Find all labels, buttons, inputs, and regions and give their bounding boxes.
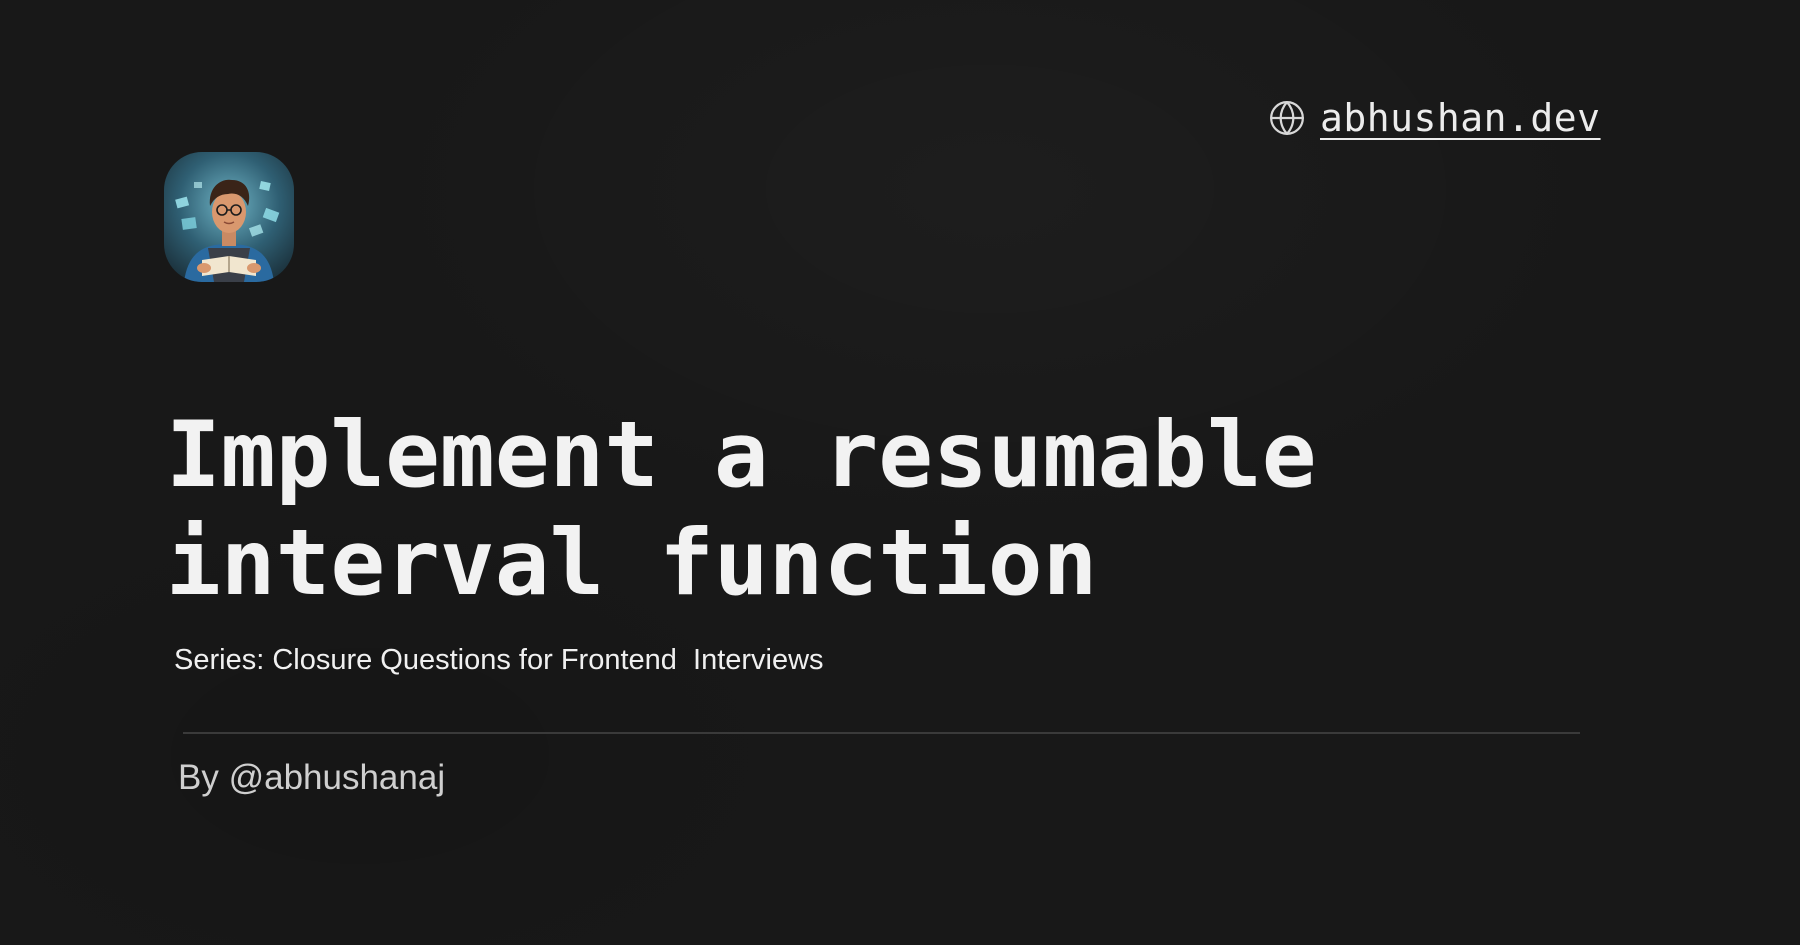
author-byline: By @abhushanaj [178,758,446,797]
site-domain[interactable]: abhushan.dev [1320,96,1601,140]
series-label: Series: Closure Questions for Frontend I… [174,644,824,676]
globe-icon [1270,101,1304,135]
avatar [164,152,294,282]
post-title-line-1: Implement a resumable [166,403,1317,508]
og-card: abhushan.dev Implement a resumable inter… [0,0,1800,945]
post-title-line-2: interval function [166,511,1098,616]
post-title: Implement a resumable interval function [166,402,1566,618]
divider [183,732,1580,734]
site-link[interactable]: abhushan.dev [1268,96,1601,140]
